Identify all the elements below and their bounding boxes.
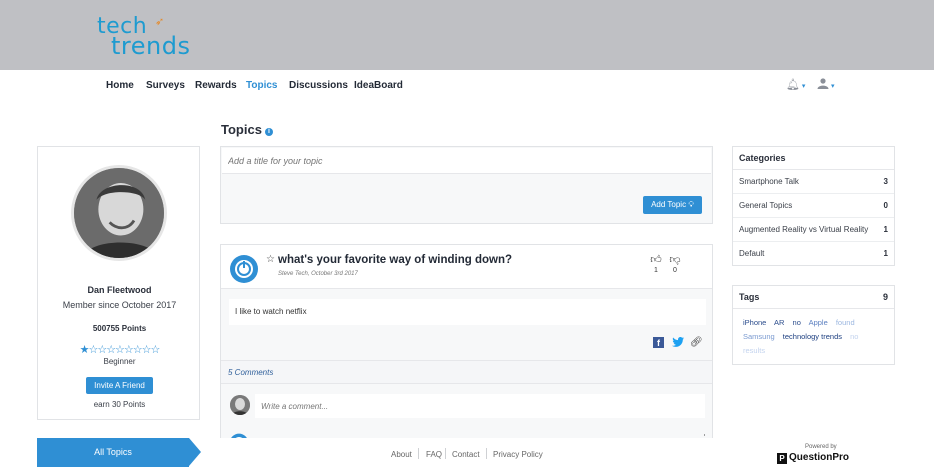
footer-link-contact[interactable]: Contact — [452, 450, 480, 459]
thumbs-up-icon[interactable]: 👍︎ — [649, 253, 663, 266]
footer-link-about[interactable]: About — [391, 450, 412, 459]
category-count: 1 — [883, 249, 888, 258]
nav-topics[interactable]: Topics — [246, 80, 277, 91]
post-header: ☆ what's your favorite way of winding do… — [221, 245, 712, 289]
questionpro-brand[interactable]: P QuestionPro — [777, 452, 849, 464]
logo-text-trends: trends — [111, 32, 191, 60]
category-item[interactable]: General Topics 0 — [733, 194, 894, 218]
category-item[interactable]: Smartphone Talk 3 — [733, 170, 894, 194]
chevron-down-icon: ▾ — [829, 83, 835, 90]
lightbulb-icon: 💡︎ — [688, 200, 694, 209]
footer: All Topics About FAQ Contact Privacy Pol… — [0, 438, 934, 470]
upvote[interactable]: 👍︎ 1 — [649, 253, 663, 274]
page-title-text: Topics — [221, 122, 262, 137]
invite-friend-button[interactable]: Invite A Friend — [86, 377, 153, 394]
nav-ideaboard[interactable]: IdeaBoard — [354, 80, 403, 91]
powered-by-text: Powered by — [805, 444, 837, 450]
add-topic-button[interactable]: Add Topic 💡︎ — [643, 196, 702, 214]
chevron-down-icon: ▾ — [799, 83, 806, 90]
categories-title: Categories — [733, 147, 894, 170]
category-count: 1 — [883, 225, 888, 234]
profile-level: Beginner — [103, 357, 136, 366]
tag-link[interactable]: Apple — [809, 318, 828, 327]
post-title[interactable]: what's your favorite way of winding down… — [278, 254, 512, 266]
tag-link[interactable]: no — [793, 318, 801, 327]
questionpro-brand-text: QuestionPro — [789, 452, 850, 463]
tags-title-text: Tags — [739, 292, 760, 302]
questionpro-mark-icon: P — [777, 453, 787, 464]
tag-link[interactable]: AR — [774, 318, 784, 327]
tag-cloud: iPhone AR no Apple found Samsung technol… — [733, 309, 894, 365]
upvote-count: 1 — [654, 267, 658, 274]
nav-surveys[interactable]: Surveys — [146, 80, 185, 91]
tag-link[interactable]: results — [743, 346, 765, 355]
link-icon[interactable]: 🔗︎ — [690, 337, 703, 348]
rocket-icon: ➶ — [155, 16, 165, 28]
info-icon[interactable]: i — [264, 128, 273, 136]
footer-link-faq[interactable]: FAQ — [426, 450, 442, 459]
category-item[interactable]: Augmented Reality vs Virtual Reality 1 — [733, 218, 894, 242]
tag-link[interactable]: Samsung — [743, 332, 775, 341]
questionpro-logo-icon — [230, 255, 258, 283]
avatar-photo — [74, 168, 164, 258]
comments-count-link[interactable]: 5 Comments — [221, 360, 712, 384]
category-name: Smartphone Talk — [739, 177, 799, 186]
main-nav: Home Surveys Rewards Topics Discussions … — [0, 70, 934, 102]
page-title: Topics i — [221, 122, 273, 137]
commenter-avatar — [230, 395, 250, 415]
category-name: Augmented Reality vs Virtual Reality — [739, 225, 869, 234]
profile-member-since: Member since October 2017 — [62, 300, 177, 310]
tag-link[interactable]: technology trends — [783, 332, 842, 341]
thumbs-down-icon[interactable]: 👎︎ — [668, 253, 682, 266]
topic-title-input[interactable] — [222, 148, 711, 174]
add-topic-card: Add Topic 💡︎ — [220, 146, 713, 224]
user-icon[interactable]: ▾ — [817, 78, 834, 91]
profile-name: Dan Fleetwood — [87, 285, 152, 295]
tag-link[interactable]: no — [850, 332, 858, 341]
post-body: I like to watch netflix — [229, 299, 706, 325]
category-name: General Topics — [739, 201, 793, 210]
category-name: Default — [739, 249, 765, 258]
nav-rewards[interactable]: Rewards — [195, 80, 237, 91]
profile-points: 500755 Points — [92, 324, 147, 333]
tech-trends-logo[interactable]: tech ➶ trends — [95, 12, 191, 60]
facebook-icon[interactable]: f — [653, 337, 664, 348]
earn-points-text: earn 30 Points — [93, 400, 146, 409]
comment-input[interactable] — [255, 394, 705, 418]
category-count: 0 — [883, 201, 888, 210]
all-topics-button[interactable]: All Topics — [37, 438, 189, 467]
twitter-icon[interactable] — [672, 337, 684, 350]
category-item[interactable]: Default 1 — [733, 242, 894, 265]
category-count: 3 — [883, 177, 888, 186]
topic-post-card: ☆ what's your favorite way of winding do… — [220, 244, 713, 454]
profile-card: Dan Fleetwood Member since October 2017 … — [37, 146, 200, 420]
footer-link-privacy[interactable]: Privacy Policy — [493, 450, 543, 459]
tag-link[interactable]: iPhone — [743, 318, 766, 327]
tags-title: Tags 9 — [733, 286, 894, 309]
footer-separator — [486, 448, 487, 459]
header-banner: tech ➶ trends — [0, 0, 934, 70]
downvote-count: 0 — [673, 267, 677, 274]
tags-count: 9 — [882, 292, 888, 302]
nav-home[interactable]: Home — [106, 80, 134, 91]
post-meta: Steve Tech, October 3rd 2017 — [278, 271, 358, 277]
footer-separator — [445, 448, 446, 459]
bell-icon[interactable]: 🔔︎ ▾ — [786, 78, 805, 91]
nav-discussions[interactable]: Discussions — [289, 80, 348, 91]
tags-panel: Tags 9 iPhone AR no Apple found Samsung … — [732, 285, 895, 365]
add-topic-label: Add Topic — [651, 200, 687, 209]
favorite-star-icon[interactable]: ☆ — [266, 254, 275, 265]
rating-stars: ★☆☆☆☆☆☆☆☆ — [79, 344, 161, 356]
footer-separator — [418, 448, 419, 459]
categories-panel: Categories Smartphone Talk 3 General Top… — [732, 146, 895, 266]
all-topics-arrow — [189, 438, 201, 466]
tag-link[interactable]: found — [836, 318, 855, 327]
avatar — [71, 165, 167, 261]
downvote[interactable]: 👎︎ 0 — [668, 253, 682, 274]
